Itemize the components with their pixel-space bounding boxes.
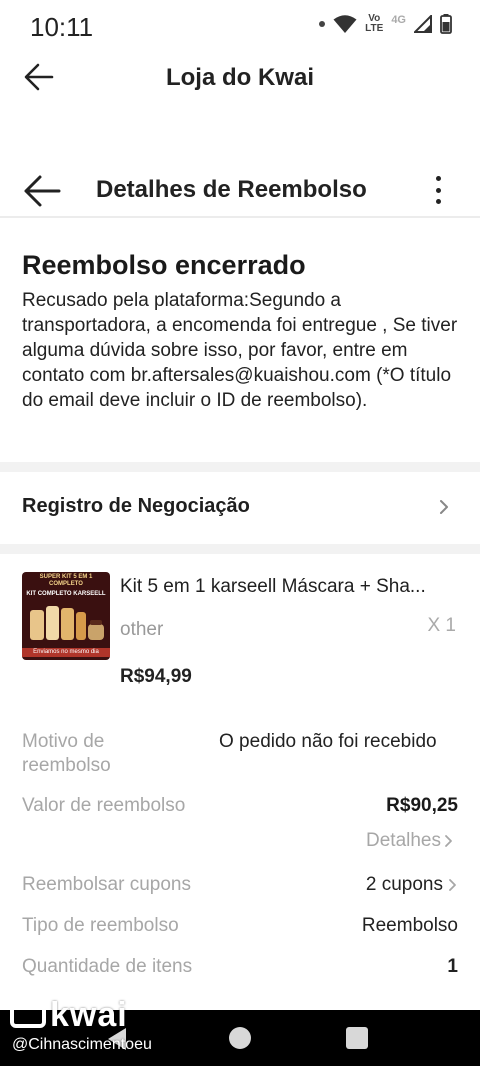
page-title: Detalhes de Reembolso (96, 176, 367, 203)
signal-icon (414, 15, 432, 33)
chevron-right-icon (449, 879, 456, 891)
status-icons: Vo LTE 4G (319, 14, 452, 34)
refund-amount-label: Valor de reembolso (22, 795, 186, 816)
refund-type-value: Reembolso (361, 915, 458, 936)
section-separator (0, 462, 480, 472)
kebab-dot (435, 176, 441, 181)
details-link-label: Detalhes (366, 830, 441, 851)
product-variant: other (120, 619, 164, 640)
chevron-right-icon (445, 835, 452, 847)
refund-amount-value: R$90,25 (386, 795, 458, 816)
app-top-bar: Loja do Kwai (0, 52, 480, 104)
product-name[interactable]: Kit 5 em 1 karseell Máscara + Sha... (120, 576, 460, 598)
battery-icon (440, 14, 452, 34)
store-title: Loja do Kwai (165, 64, 314, 91)
thumbnail-caption-bottom: Enviamos no mesmo dia (22, 648, 110, 657)
negotiation-record-row[interactable]: Registro de Negociação (0, 472, 480, 544)
refund-coupons-label: Reembolsar cupons (22, 874, 191, 895)
item-quantity-label: Quantidade de itens (22, 956, 193, 977)
kwai-watermark: kwai @Cihnascimentoeu (10, 996, 230, 1060)
refund-reason-label: Motivo de reembolso (22, 731, 111, 776)
status-bar: 10:11 Vo LTE 4G (0, 0, 480, 52)
refund-details-link[interactable]: Detalhes (366, 830, 454, 852)
refund-status-section: Reembolso encerrado Recusado pela plataf… (0, 220, 480, 462)
product-quantity: X 1 (427, 615, 456, 636)
watermark-username: @Cihnascimentoeu (12, 1036, 152, 1053)
coupons-value: 2 cupons (365, 874, 443, 895)
dot-icon (319, 21, 326, 27)
item-quantity-value: 1 (447, 956, 458, 977)
wifi-icon (333, 15, 357, 33)
nav-home-icon[interactable] (229, 1027, 251, 1049)
refund-details-header: Detalhes de Reembolso (0, 160, 480, 218)
refund-reason-value: O pedido não foi recebido (219, 731, 437, 752)
refund-status-title: Reembolso encerrado (22, 250, 306, 280)
product-item[interactable]: SUPER KIT 5 EM 1 COMPLETO KIT COMPLETO K… (0, 554, 480, 704)
kwai-logo: kwai (10, 996, 128, 1035)
refund-status-description: Recusado pela plataforma:Segundo a trans… (22, 290, 458, 411)
kebab-dot (435, 187, 441, 193)
refund-coupons-link[interactable]: 2 cupons (366, 874, 458, 896)
section-separator (0, 544, 480, 554)
volte-icon: Vo LTE (365, 14, 383, 34)
negotiation-record-label: Registro de Negociação (22, 495, 250, 517)
status-time: 10:11 (30, 12, 94, 42)
chevron-right-icon (440, 500, 448, 514)
back-arrow-icon[interactable] (22, 174, 62, 208)
product-thumbnail[interactable]: SUPER KIT 5 EM 1 COMPLETO KIT COMPLETO K… (22, 572, 110, 660)
kwai-logo-text: kwai (50, 996, 128, 1034)
nav-recent-apps-icon[interactable] (346, 1027, 368, 1049)
more-options-icon[interactable] (434, 176, 442, 204)
volte-bottom-label: LTE (365, 23, 384, 34)
product-bottles-image (30, 606, 104, 640)
refund-type-label: Tipo de reembolso (22, 915, 179, 936)
kwai-logo-icon (10, 1003, 46, 1028)
kebab-dot (435, 199, 441, 204)
network-type-label: 4G (391, 14, 406, 26)
product-price: R$94,99 (120, 666, 192, 687)
